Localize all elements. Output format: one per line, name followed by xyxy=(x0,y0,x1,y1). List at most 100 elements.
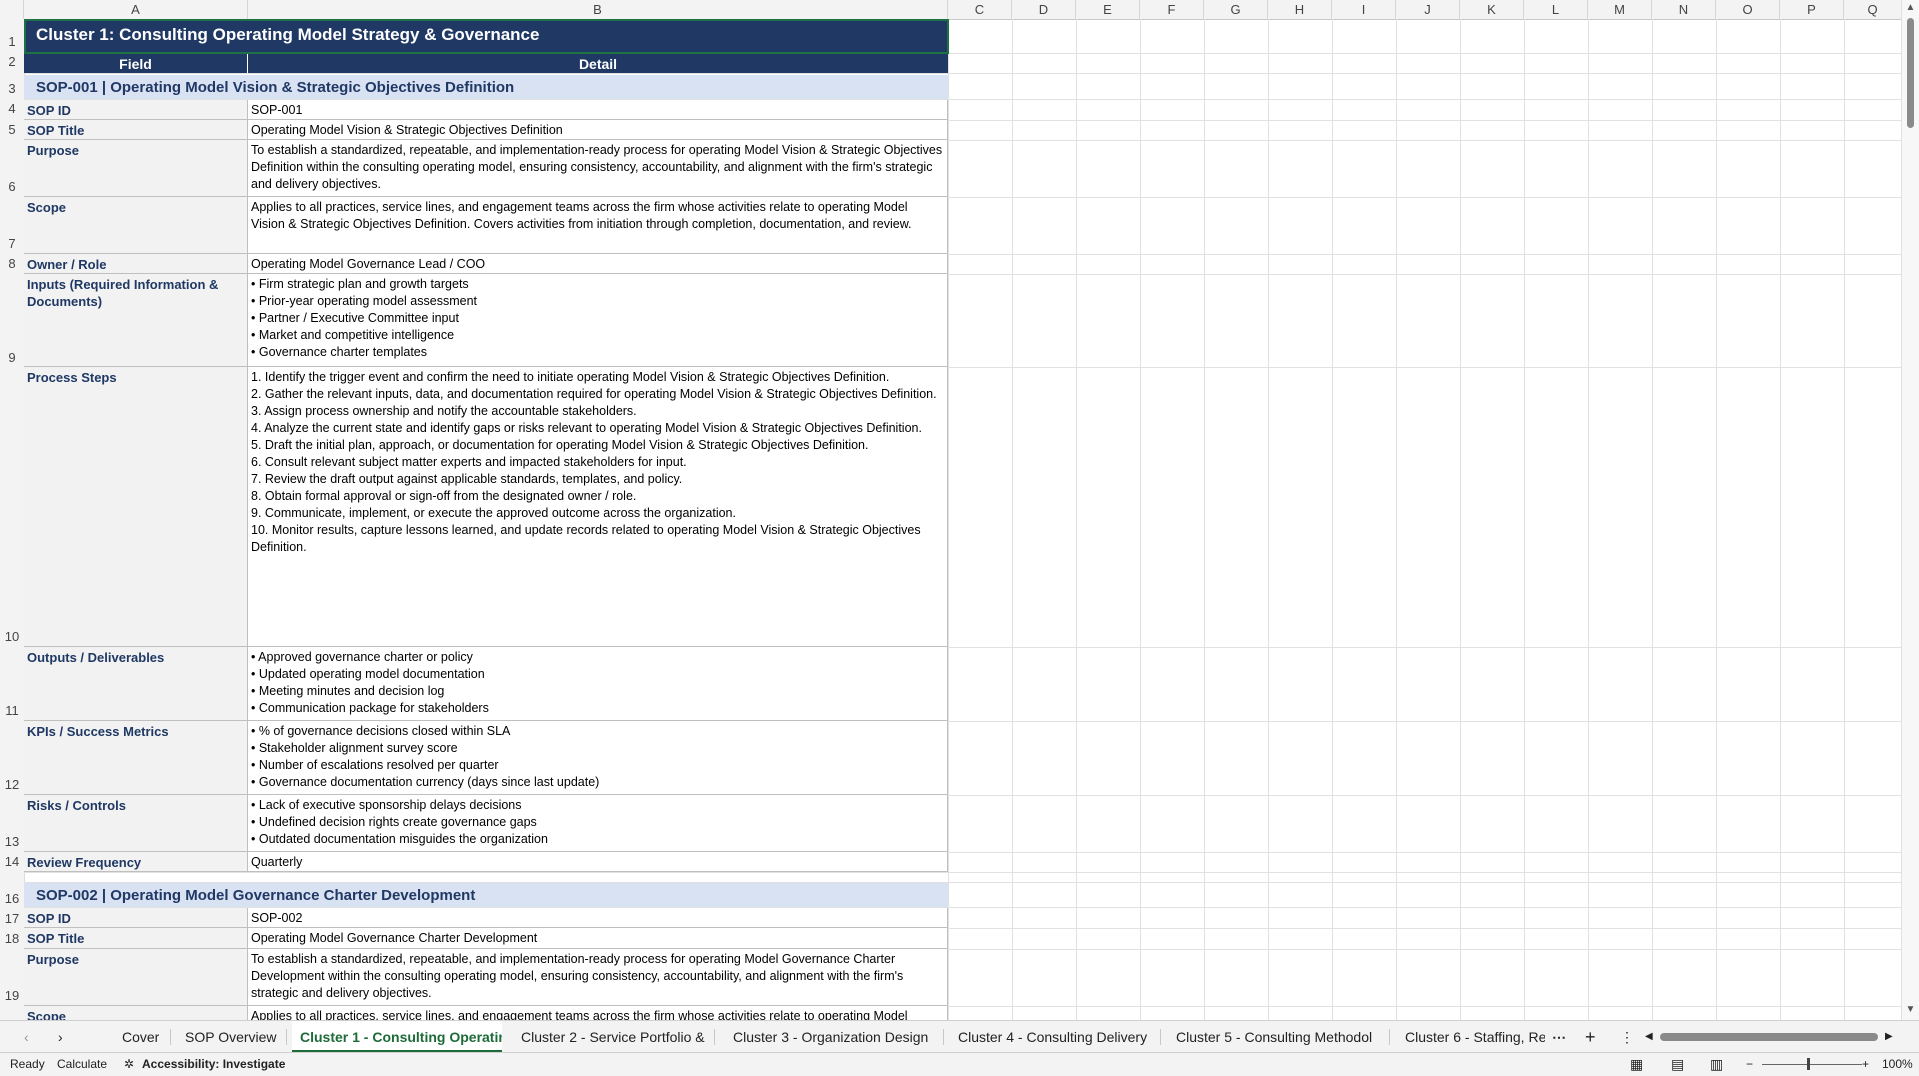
zoom-level[interactable]: 100% xyxy=(1882,1053,1913,1076)
row-header-5[interactable]: 5 xyxy=(0,122,24,139)
scroll-up-icon[interactable]: ▲ xyxy=(1902,2,1919,13)
column-header-c[interactable]: C xyxy=(948,0,1012,19)
tab-cluster-6[interactable]: Cluster 6 - Staffing, Re xyxy=(1405,1021,1545,1053)
hscroll-left-icon[interactable]: ◀ xyxy=(1645,1021,1653,1053)
sheet-options-icon[interactable]: ⋮ xyxy=(1620,1021,1634,1053)
accessibility-icon[interactable]: ✲ xyxy=(124,1053,134,1076)
column-header-l[interactable]: L xyxy=(1524,0,1588,19)
field-label[interactable]: SOP ID xyxy=(24,100,248,120)
field-label[interactable]: Scope xyxy=(24,197,248,254)
zoom-slider-thumb[interactable] xyxy=(1807,1058,1810,1070)
column-header-d[interactable]: D xyxy=(1012,0,1076,19)
header-field[interactable]: Field xyxy=(24,54,248,73)
column-header-m[interactable]: M xyxy=(1588,0,1652,19)
column-header-p[interactable]: P xyxy=(1780,0,1844,19)
column-header-b[interactable]: B xyxy=(248,0,948,19)
row-header-17[interactable]: 17 xyxy=(0,911,24,928)
sheet-grid[interactable]: Cluster 1: Consulting Operating Model St… xyxy=(24,19,1902,1020)
row-header-13[interactable]: 13 xyxy=(0,834,24,851)
field-value[interactable]: 1. Identify the trigger event and confir… xyxy=(248,367,948,647)
field-value[interactable]: Operating Model Governance Charter Devel… xyxy=(248,928,948,949)
field-label[interactable]: Purpose xyxy=(24,140,248,197)
row-header-19[interactable]: 19 xyxy=(0,988,24,1005)
tab-cluster-3[interactable]: Cluster 3 - Organization Design xyxy=(733,1021,928,1053)
field-label[interactable]: SOP ID xyxy=(24,908,248,928)
column-header-a[interactable]: A xyxy=(24,0,248,19)
row-header-14[interactable]: 14 xyxy=(0,854,24,871)
column-header-k[interactable]: K xyxy=(1460,0,1524,19)
field-value[interactable]: • Approved governance charter or policy … xyxy=(248,647,948,721)
vertical-scroll-thumb[interactable] xyxy=(1907,18,1914,128)
field-value[interactable]: • % of governance decisions closed withi… xyxy=(248,721,948,795)
column-header-f[interactable]: F xyxy=(1140,0,1204,19)
tab-sop-overview[interactable]: SOP Overview xyxy=(185,1021,277,1053)
select-all-corner[interactable] xyxy=(0,0,24,19)
field-value[interactable]: Quarterly xyxy=(248,852,948,872)
sheet-title[interactable]: Cluster 1: Consulting Operating Model St… xyxy=(24,19,948,53)
status-calculate[interactable]: Calculate xyxy=(57,1053,107,1076)
row-header-3[interactable]: 3 xyxy=(0,81,24,98)
column-header-e[interactable]: E xyxy=(1076,0,1140,19)
row-header-9[interactable]: 9 xyxy=(0,350,24,367)
field-value[interactable]: SOP-002 xyxy=(248,908,948,928)
field-value[interactable]: To establish a standardized, repeatable,… xyxy=(248,949,948,1006)
row-header-11[interactable]: 11 xyxy=(0,703,24,720)
more-tabs-icon[interactable]: ⋯ xyxy=(1552,1021,1566,1053)
field-label[interactable]: Review Frequency xyxy=(24,852,248,872)
field-label[interactable]: Risks / Controls xyxy=(24,795,248,852)
column-header-o[interactable]: O xyxy=(1716,0,1780,19)
column-header-n[interactable]: N xyxy=(1652,0,1716,19)
zoom-in-icon[interactable]: + xyxy=(1862,1053,1869,1076)
tab-cluster-1[interactable]: Cluster 1 - Consulting Operatin xyxy=(292,1021,502,1053)
column-header-j[interactable]: J xyxy=(1396,0,1460,19)
normal-view-icon[interactable]: ▦ xyxy=(1630,1053,1643,1076)
column-header-g[interactable]: G xyxy=(1204,0,1268,19)
field-value[interactable]: To establish a standardized, repeatable,… xyxy=(248,140,948,197)
row-header-4[interactable]: 4 xyxy=(0,101,24,118)
field-value[interactable]: SOP-001 xyxy=(248,100,948,120)
row-header-10[interactable]: 10 xyxy=(0,629,24,646)
scroll-down-icon[interactable]: ▼ xyxy=(1902,1004,1919,1015)
field-value[interactable]: • Lack of executive sponsorship delays d… xyxy=(248,795,948,852)
field-label[interactable]: Outputs / Deliverables xyxy=(24,647,248,721)
section-sop-002[interactable]: SOP-002 | Operating Model Governance Cha… xyxy=(24,883,948,907)
row-header-12[interactable]: 12 xyxy=(0,777,24,794)
field-value[interactable]: Applies to all practices, service lines,… xyxy=(248,197,948,254)
tab-cluster-4[interactable]: Cluster 4 - Consulting Delivery xyxy=(958,1021,1147,1053)
field-label[interactable]: Purpose xyxy=(24,949,248,1006)
tab-cover[interactable]: Cover xyxy=(122,1021,159,1053)
column-header-h[interactable]: H xyxy=(1268,0,1332,19)
row-header-1[interactable]: 1 xyxy=(0,34,24,51)
tab-cluster-2[interactable]: Cluster 2 - Service Portfolio & xyxy=(521,1021,706,1053)
tab-cluster-5[interactable]: Cluster 5 - Consulting Methodol xyxy=(1176,1021,1372,1053)
column-header-i[interactable]: I xyxy=(1332,0,1396,19)
page-break-icon[interactable]: ▥ xyxy=(1710,1053,1723,1076)
field-value[interactable]: Applies to all practices, service lines,… xyxy=(248,1006,948,1020)
section-sop-001[interactable]: SOP-001 | Operating Model Vision & Strat… xyxy=(24,75,948,99)
zoom-out-icon[interactable]: − xyxy=(1746,1053,1753,1076)
row-header-8[interactable]: 8 xyxy=(0,256,24,273)
field-value[interactable]: Operating Model Governance Lead / COO xyxy=(248,254,948,274)
vertical-scrollbar[interactable]: ▲ ▼ xyxy=(1901,0,1919,1020)
horizontal-scroll-thumb[interactable] xyxy=(1660,1033,1878,1041)
field-value[interactable]: Operating Model Vision & Strategic Objec… xyxy=(248,120,948,140)
field-label[interactable]: Process Steps xyxy=(24,367,248,647)
tab-scroll-right-icon[interactable]: › xyxy=(58,1021,74,1053)
column-header-q[interactable]: Q xyxy=(1844,0,1902,19)
field-label[interactable]: SOP Title xyxy=(24,928,248,949)
field-label[interactable]: Scope xyxy=(24,1006,248,1020)
field-label[interactable]: KPIs / Success Metrics xyxy=(24,721,248,795)
field-value[interactable]: • Firm strategic plan and growth targets… xyxy=(248,274,948,367)
hscroll-right-icon[interactable]: ▶ xyxy=(1885,1021,1893,1053)
field-label[interactable]: Owner / Role xyxy=(24,254,248,274)
status-accessibility[interactable]: Accessibility: Investigate xyxy=(142,1053,285,1076)
page-layout-icon[interactable]: ▤ xyxy=(1671,1053,1684,1076)
tab-scroll-left-icon[interactable]: ‹ xyxy=(24,1021,40,1053)
row-header-6[interactable]: 6 xyxy=(0,179,24,196)
row-header-7[interactable]: 7 xyxy=(0,236,24,253)
row-header-16[interactable]: 16 xyxy=(0,891,24,908)
field-label[interactable]: Inputs (Required Information & Documents… xyxy=(24,274,248,367)
row-header-18[interactable]: 18 xyxy=(0,931,24,948)
zoom-slider-track[interactable] xyxy=(1762,1064,1862,1065)
field-label[interactable]: SOP Title xyxy=(24,120,248,140)
